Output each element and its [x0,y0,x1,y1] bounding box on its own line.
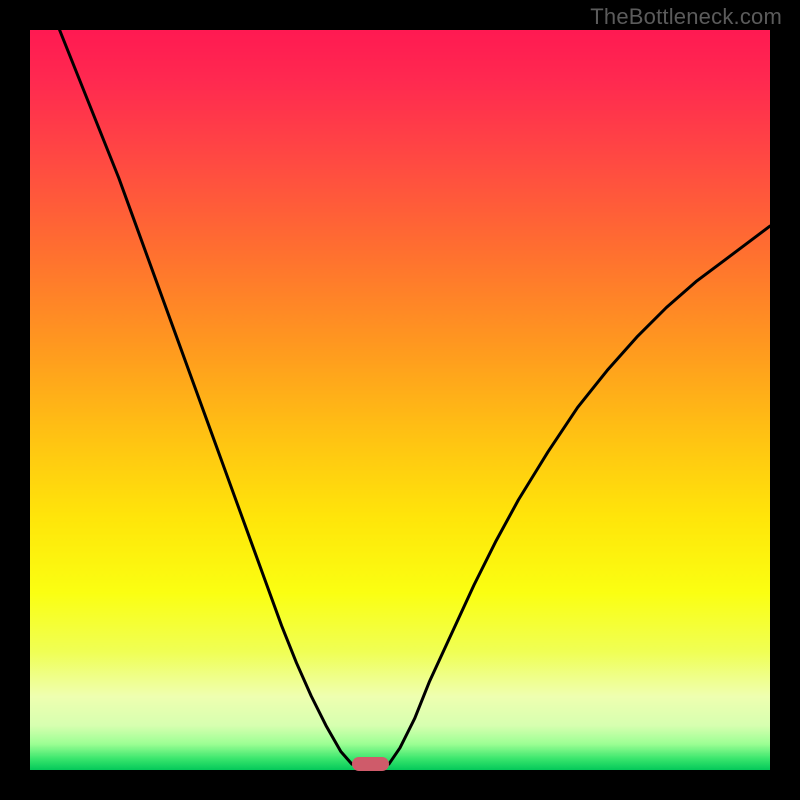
bottleneck-curve [30,30,770,770]
optimal-range-marker [352,757,389,771]
watermark-text: TheBottleneck.com [590,4,782,30]
chart-frame [30,30,770,770]
